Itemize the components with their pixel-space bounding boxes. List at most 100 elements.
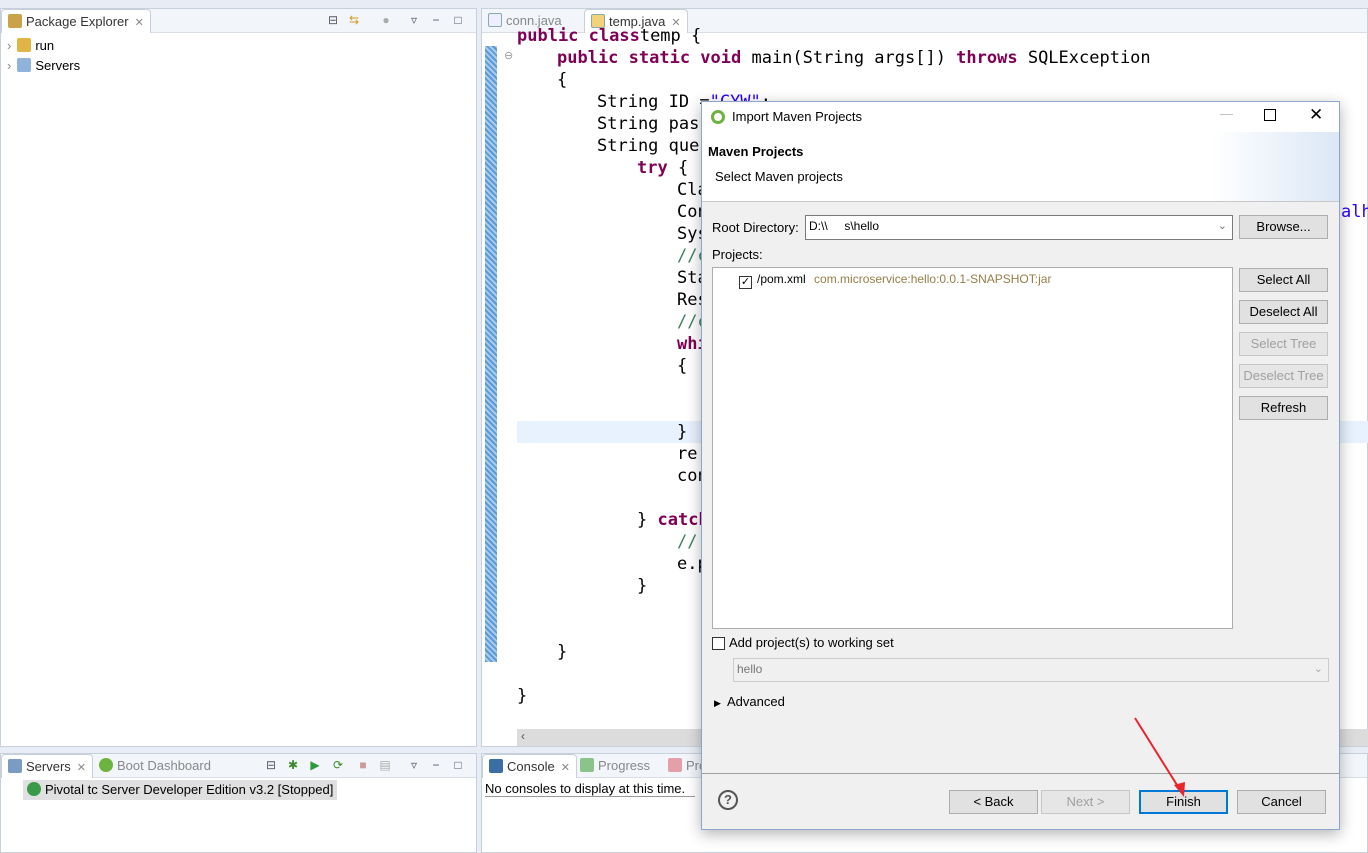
minimize-icon[interactable]: − — [429, 758, 443, 772]
deselect-all-button[interactable]: Deselect All — [1239, 300, 1328, 324]
project-checkbox[interactable]: ✓ — [739, 276, 752, 289]
project-icon — [17, 38, 32, 52]
code-line: } — [517, 685, 527, 707]
project-row[interactable]: ✓ /pom.xml com.microservice:hello:0.0.1-S… — [739, 272, 1051, 289]
close-button[interactable]: ✕ — [1309, 105, 1323, 125]
chevron-down-icon[interactable]: ⌄ — [1218, 219, 1227, 232]
collapse-all-icon[interactable]: ⊟ — [326, 13, 340, 27]
publish-icon[interactable]: ▤ — [378, 758, 392, 772]
project-tree: › run › Servers — [7, 36, 80, 76]
start-icon[interactable]: ▶ — [308, 758, 322, 772]
refresh-button[interactable]: Refresh — [1239, 396, 1328, 420]
annotation-arrow — [1134, 717, 1185, 797]
dialog-title: Import Maven Projects — [732, 109, 863, 124]
view-menu-icon[interactable]: ▿ — [407, 13, 421, 27]
fold-icon[interactable]: ⊖ — [504, 49, 513, 62]
code-token: main(String args[]) — [741, 48, 957, 68]
minimize-button[interactable]: — — [1220, 106, 1233, 121]
select-tree-button: Select Tree — [1239, 332, 1328, 356]
project-name: /pom.xml — [757, 272, 806, 286]
view-menu-icon[interactable]: ▿ — [407, 758, 421, 772]
close-icon[interactable]: ✕ — [77, 762, 86, 774]
maximize-icon[interactable]: □ — [451, 758, 465, 772]
tab-servers[interactable]: Servers ✕ — [1, 754, 94, 778]
code-token: // — [677, 532, 698, 552]
browse-button[interactable]: Browse... — [1239, 215, 1328, 239]
debug-icon[interactable]: ✱ — [286, 758, 300, 772]
next-button: Next > — [1041, 790, 1130, 814]
code-token: } — [517, 686, 528, 706]
back-button[interactable]: < Back — [949, 790, 1038, 814]
deselect-tree-button: Deselect Tree — [1239, 364, 1328, 388]
tree-item[interactable]: › run — [7, 36, 80, 56]
working-set-combo: hello ⌄ — [733, 658, 1329, 682]
select-all-button[interactable]: Select All — [1239, 268, 1328, 292]
scroll-left-icon[interactable]: ‹ — [521, 729, 525, 743]
working-set-label[interactable]: Add project(s) to working set — [729, 635, 894, 650]
tab-boot-dashboard[interactable]: Boot Dashboard — [93, 754, 217, 778]
code-line: } catch — [637, 509, 709, 531]
expand-icon[interactable]: › — [7, 38, 11, 53]
servers-panel: Servers ✕ Boot Dashboard ⊟ ✱ ▶ ⟳ ■ ▤ ▿ − … — [0, 753, 477, 853]
code-token: throws — [956, 48, 1018, 68]
advanced-toggle[interactable]: Advanced — [727, 694, 785, 709]
java-file-icon — [488, 13, 502, 27]
code-token: } — [677, 422, 688, 442]
servers-tabbar: Servers ✕ Boot Dashboard ⊟ ✱ ▶ ⟳ ■ ▤ ▿ − … — [1, 754, 476, 778]
stop-icon[interactable]: ■ — [356, 758, 370, 772]
code-line: { — [557, 69, 567, 91]
root-directory-combo[interactable]: D:\\ s\hello ⌄ — [805, 215, 1233, 240]
code-token: } — [557, 642, 568, 662]
maximize-button[interactable] — [1264, 109, 1276, 121]
console-message: No consoles to display at this time. — [485, 781, 695, 797]
tree-item[interactable]: › Servers — [7, 56, 80, 76]
code-token: } — [637, 510, 658, 530]
working-set-value: hello — [737, 662, 763, 676]
tc-server-icon — [27, 782, 41, 796]
package-explorer-icon — [8, 14, 22, 28]
close-icon[interactable]: ✕ — [135, 17, 144, 29]
chevron-down-icon: ⌄ — [1313, 663, 1323, 675]
tab-label: Servers — [26, 759, 71, 774]
button-bar-divider — [702, 773, 1339, 774]
close-icon[interactable]: ✕ — [561, 762, 570, 774]
code-token: { — [557, 70, 568, 90]
code-line: public classtemp { — [517, 25, 701, 47]
expand-icon[interactable]: › — [7, 58, 11, 73]
advanced-expand-icon[interactable]: ▶ — [714, 698, 721, 709]
working-set-checkbox[interactable] — [712, 637, 725, 650]
code-line: } — [557, 641, 567, 663]
tab-progress[interactable]: Progress — [574, 754, 656, 778]
tab-console[interactable]: Console ✕ — [482, 754, 577, 778]
code-token: try — [637, 158, 668, 178]
projects-tree[interactable]: ✓ /pom.xml com.microservice:hello:0.0.1-S… — [712, 267, 1233, 629]
code-line: String pass — [597, 113, 710, 135]
filter-icon[interactable]: ● — [379, 13, 393, 27]
problems-icon — [668, 758, 682, 772]
root-directory-label: Root Directory: — [712, 220, 799, 235]
code-token: { — [667, 158, 689, 178]
code-token: } — [637, 576, 648, 596]
maximize-icon[interactable]: □ — [451, 13, 465, 27]
code-token: public class — [517, 26, 640, 46]
import-maven-dialog: Import Maven Projects — ✕ Maven Projects… — [701, 101, 1340, 830]
tab-label: Console — [507, 759, 555, 774]
console-icon — [489, 759, 503, 773]
code-overflow-fragment: alho — [1341, 202, 1368, 222]
server-item[interactable]: Pivotal tc Server Developer Edition v3.2… — [23, 780, 338, 800]
minimize-icon[interactable]: − — [429, 13, 443, 27]
code-token: SQLException — [1017, 48, 1151, 68]
server-label: Pivotal tc Server Developer Edition v3.2… — [45, 782, 334, 797]
cancel-button[interactable]: Cancel — [1237, 790, 1326, 814]
code-token: public static void — [557, 48, 742, 68]
tab-package-explorer[interactable]: Package Explorer ✕ — [1, 9, 151, 33]
code-line: { — [677, 355, 687, 377]
link-with-editor-icon[interactable]: ⇆ — [347, 13, 361, 27]
profile-icon[interactable]: ⟳ — [331, 758, 345, 772]
code-token: String pass — [597, 114, 710, 134]
spring-icon — [711, 110, 725, 124]
projects-label: Projects: — [712, 247, 763, 262]
header-title: Maven Projects — [708, 144, 804, 159]
collapse-icon[interactable]: ⊟ — [264, 758, 278, 772]
help-icon[interactable]: ? — [718, 790, 738, 810]
